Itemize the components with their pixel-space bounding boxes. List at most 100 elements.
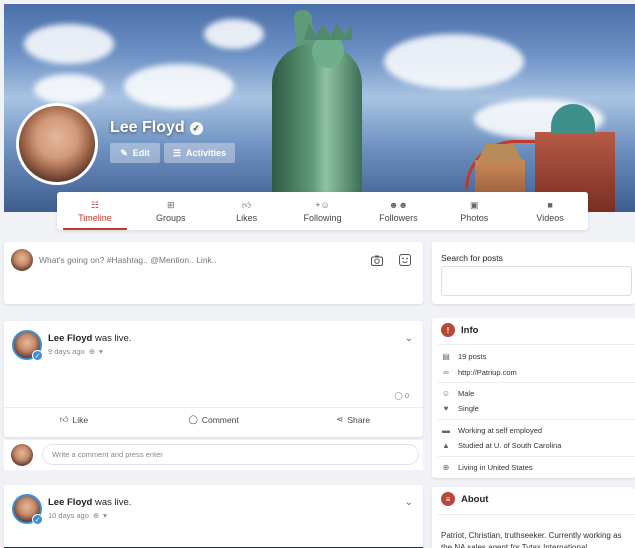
tab-followers[interactable]: ☻☻ Followers xyxy=(360,192,436,230)
comment-box: Write a comment and press enter xyxy=(4,440,423,470)
info-row-text[interactable]: http://Patriup.com xyxy=(458,368,517,377)
post-author-name[interactable]: Lee Floyd xyxy=(48,333,92,344)
profile-avatar[interactable] xyxy=(16,103,98,185)
chevron-down-icon[interactable]: ▾ xyxy=(99,347,103,356)
cloud xyxy=(24,24,114,64)
post-author-line: Lee Floyd was live. xyxy=(48,333,131,344)
post-author-line: Lee Floyd was live. xyxy=(48,497,131,508)
chevron-down-icon[interactable]: ⌄ xyxy=(405,333,413,344)
share-icon: ⋖ xyxy=(336,414,344,424)
post-action: was live. xyxy=(94,333,132,344)
tab-timeline[interactable]: ☷ Timeline xyxy=(57,192,133,230)
verified-check-icon: ✓ xyxy=(32,514,43,525)
gender-icon: ☺ xyxy=(441,389,451,398)
tab-label: Groups xyxy=(156,212,186,223)
cloud xyxy=(34,74,104,104)
info-row-text: Studied at U. of South Carolina xyxy=(458,441,562,450)
heart-icon: ♥ xyxy=(443,404,449,413)
cloud xyxy=(384,34,524,89)
image-icon: ▣ xyxy=(469,199,479,210)
about-header: ≡ About xyxy=(441,492,488,506)
info-row-gender: ☺ Male xyxy=(441,389,474,398)
graduation-cap-icon: ▲ xyxy=(442,441,450,450)
video-icon: ■ xyxy=(547,199,553,210)
info-row-text: Working at self employed xyxy=(458,426,543,435)
tab-following[interactable]: +☺ Following xyxy=(285,192,361,230)
divider xyxy=(438,344,635,345)
share-button[interactable]: ⋖ Share xyxy=(283,408,423,431)
search-posts-input[interactable] xyxy=(441,266,632,296)
post-card: ✓ Lee Floyd was live. 9 days ago ⊕ ▾ ⌄ ◯… xyxy=(4,321,423,437)
like-label: Like xyxy=(72,414,89,425)
tab-label: Following xyxy=(303,212,342,223)
statue-body xyxy=(272,44,362,212)
tab-photos[interactable]: ▣ Photos xyxy=(436,192,512,230)
sticker-icon[interactable] xyxy=(398,253,412,267)
post-author-name[interactable]: Lee Floyd xyxy=(48,497,92,508)
divider xyxy=(438,514,635,515)
edit-profile-button[interactable]: ✎ Edit xyxy=(110,143,160,163)
user-plus-icon: +☺ xyxy=(315,199,330,210)
globe-icon: ⊕ xyxy=(88,347,95,356)
thumbs-up-icon: 👍︎ xyxy=(59,414,69,424)
groups-icon: ⊞ xyxy=(167,199,175,210)
briefcase-icon: ▬ xyxy=(442,426,450,435)
info-row-text: Living in United States xyxy=(458,463,533,472)
profile-tabs: ☷ Timeline ⊞ Groups 👍︎ Likes +☺ Followin… xyxy=(57,192,588,230)
tab-label: Videos xyxy=(536,212,564,223)
info-row-relationship: ♥ Single xyxy=(441,404,479,413)
comment-bubble-icon: ◯ xyxy=(394,391,403,400)
post-composer[interactable]: What's going on? #Hashtag.. @Mention.. L… xyxy=(4,242,423,304)
info-icon: ! xyxy=(441,323,455,337)
composer-placeholder[interactable]: What's going on? #Hashtag.. @Mention.. L… xyxy=(39,255,217,265)
profile-name-text: Lee Floyd xyxy=(110,119,185,136)
cloud xyxy=(124,64,234,109)
avatar[interactable]: ✓ xyxy=(12,494,43,525)
tab-groups[interactable]: ⊞ Groups xyxy=(133,192,209,230)
divider xyxy=(438,419,635,420)
chevron-down-icon[interactable]: ⌄ xyxy=(405,497,413,508)
posts-icon: ▤ xyxy=(442,352,450,361)
info-row-work: ▬ Working at self employed xyxy=(441,426,542,435)
tab-label: Likes xyxy=(236,212,258,223)
thumbs-up-icon: 👍︎ xyxy=(241,199,252,210)
about-card: ≡ About Patriot, Christian, truthseeker.… xyxy=(432,487,635,548)
post-actions: 👍︎ Like ◯ Comment ⋖ Share xyxy=(4,407,423,431)
about-icon: ≡ xyxy=(441,492,455,506)
globe-icon: ⊕ xyxy=(442,463,450,472)
tab-label: Timeline xyxy=(78,212,112,223)
verified-check-icon: ✓ xyxy=(32,350,43,361)
cloud xyxy=(204,19,264,49)
share-label: Share xyxy=(347,414,371,425)
info-row-text: 19 posts xyxy=(458,352,487,361)
post-time[interactable]: 10 days ago xyxy=(48,511,89,520)
divider xyxy=(438,382,635,383)
info-title: Info xyxy=(461,324,479,336)
camera-icon[interactable] xyxy=(370,253,384,267)
verified-check-icon: ✓ xyxy=(189,121,203,135)
activities-button[interactable]: ☰ Activities xyxy=(164,143,235,163)
comment-count[interactable]: ◯ 0 xyxy=(394,391,409,400)
post-time[interactable]: 9 days ago xyxy=(48,347,85,356)
comment-button[interactable]: ◯ Comment xyxy=(144,408,284,431)
info-row-text: Male xyxy=(458,389,475,398)
post-meta: 10 days ago ⊕ ▾ xyxy=(48,511,107,520)
info-row-website[interactable]: ∞ http://Patriup.com xyxy=(441,368,517,377)
like-button[interactable]: 👍︎ Like xyxy=(4,408,144,431)
tab-label: Followers xyxy=(379,212,418,223)
globe-icon: ⊕ xyxy=(92,511,100,520)
divider xyxy=(438,456,635,457)
avatar[interactable]: ✓ xyxy=(12,330,43,361)
tab-likes[interactable]: 👍︎ Likes xyxy=(209,192,285,230)
list-icon: ☰ xyxy=(172,147,182,158)
tab-videos[interactable]: ■ Videos xyxy=(512,192,588,230)
chevron-down-icon[interactable]: ▾ xyxy=(103,511,107,520)
about-text: Patriot, Christian, truthseeker. Current… xyxy=(441,531,622,548)
tab-label: Photos xyxy=(460,212,489,223)
search-posts-card: Search for posts xyxy=(432,242,635,304)
comment-input[interactable]: Write a comment and press enter xyxy=(42,444,419,465)
activities-label: Activities xyxy=(186,148,227,158)
pencil-icon: ✎ xyxy=(120,147,128,158)
about-title: About xyxy=(461,493,489,505)
info-row-posts: ▤ 19 posts xyxy=(441,352,486,361)
